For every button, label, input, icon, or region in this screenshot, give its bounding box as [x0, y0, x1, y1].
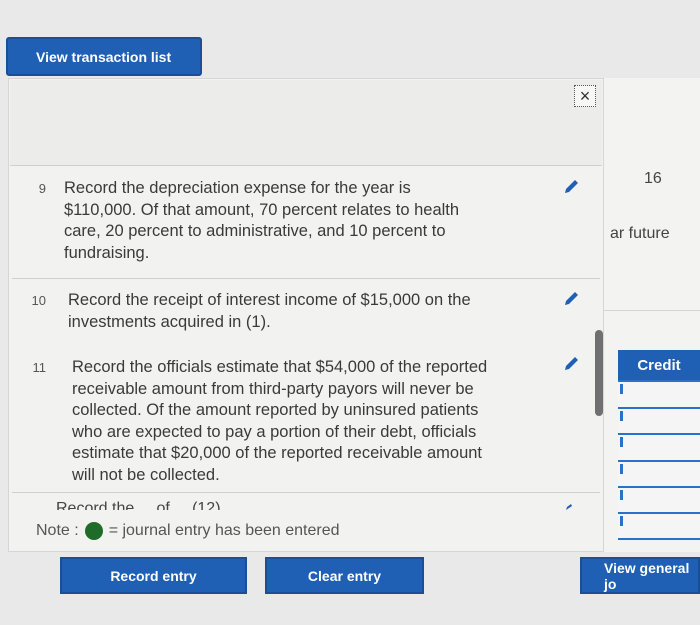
clear-entry-button[interactable]: Clear entry: [265, 557, 424, 594]
divider: [12, 492, 600, 493]
view-general-journal-button[interactable]: View general jo: [580, 557, 700, 594]
credit-cell-marker: [620, 490, 623, 500]
edit-pencil-icon[interactable]: [562, 355, 580, 373]
scrollbar-thumb[interactable]: [595, 330, 603, 416]
view-transaction-list-button[interactable]: View transaction list: [6, 37, 202, 76]
credit-row-line: [618, 380, 700, 382]
panel-header: [10, 80, 602, 166]
divider: [12, 165, 600, 166]
entered-status-dot-icon: [84, 522, 103, 540]
divider: [12, 278, 600, 279]
credit-row-line: [618, 512, 700, 514]
note-description: = journal entry has been entered: [108, 522, 340, 539]
edit-pencil-icon[interactable]: [562, 290, 580, 308]
credit-row-line: [618, 460, 700, 462]
transaction-number: 10: [31, 293, 46, 308]
record-entry-button[interactable]: Record entry: [60, 557, 247, 594]
credit-row-line: [618, 433, 700, 435]
transaction-number: 9: [38, 181, 46, 196]
credit-cell-marker: [620, 437, 623, 447]
note-label: Note :: [36, 522, 79, 539]
close-icon[interactable]: ×: [574, 85, 596, 107]
credit-column-header: Credit: [618, 350, 700, 380]
divider: [604, 310, 700, 311]
transaction-description: Record the depreciation expense for the …: [64, 179, 460, 262]
credit-cell-marker: [620, 384, 623, 394]
credit-cell-marker: [620, 464, 623, 474]
credit-row-line: [618, 538, 700, 540]
transaction-count: 16: [644, 170, 662, 187]
transaction-description: Record the receipt of interest income of…: [68, 291, 471, 331]
legend-note: Note : = journal entry has been entered: [36, 522, 340, 540]
credit-row-line: [618, 407, 700, 409]
transaction-description: Record the officials estimate that $54,0…: [72, 358, 488, 484]
credit-row-line: [618, 486, 700, 488]
edit-pencil-icon[interactable]: [565, 503, 573, 511]
credit-cell-marker: [620, 516, 623, 526]
edit-pencil-icon[interactable]: [562, 178, 580, 196]
credit-cell-marker: [620, 411, 623, 421]
partial-transaction-row: Record the ... of ... (12): [56, 500, 221, 510]
journal-text-fragment: ar future: [610, 225, 670, 242]
transaction-number: 11: [32, 360, 47, 375]
